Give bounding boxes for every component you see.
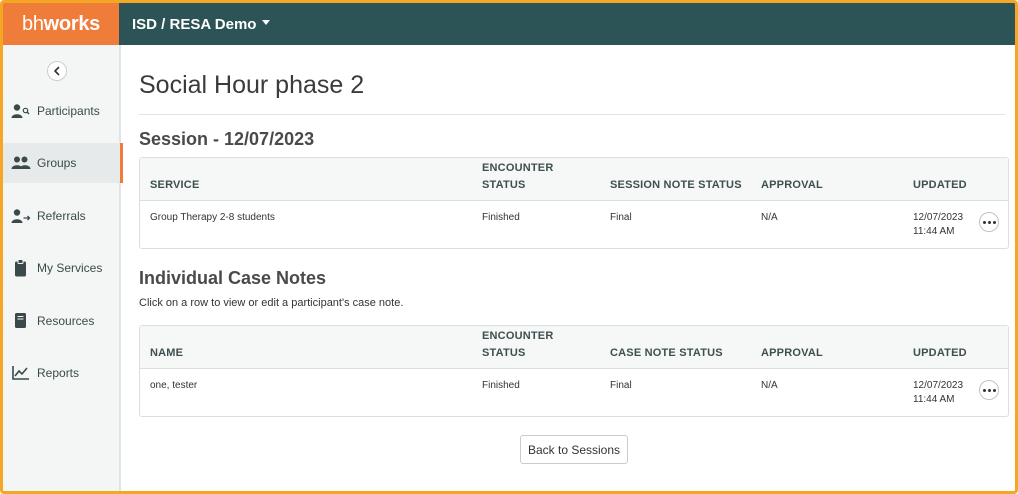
sidebar: Participants Groups Referrals My Service… [3,45,123,491]
more-options-button[interactable] [979,380,999,400]
line-chart-icon [11,364,33,382]
sidebar-item-label: Referrals [37,209,86,223]
more-options-button[interactable] [979,212,999,232]
top-bar: ISD / RESA Demo [119,3,1015,45]
app-window: bh works ISD / RESA Demo Participants Gro… [0,0,1018,494]
caret-down-icon [262,19,271,25]
org-selector-dropdown[interactable]: ISD / RESA Demo [132,15,271,33]
column-header-case-note-status: CASE NOTE STATUS [610,347,723,359]
encounter-status-cell: Finished [482,380,520,391]
column-header-session-note-status: SESSION NOTE STATUS [610,179,742,191]
sidebar-item-my-services[interactable]: My Services [3,248,121,288]
logo-text-bh: bh [22,12,44,35]
sidebar-item-participants[interactable]: Participants [3,91,121,131]
main-content: Social Hour phase 2 Session - 12/07/2023… [139,45,1009,491]
table-header: SERVICE ENCOUNTER STATUS SESSION NOTE ST… [140,158,1008,201]
column-header-encounter-status: ENCOUNTER STATUS [482,162,554,191]
collapse-sidebar-button[interactable] [47,61,67,81]
column-header-updated: UPDATED [913,179,967,191]
table-header: NAME ENCOUNTER STATUS CASE NOTE STATUS A… [140,326,1008,369]
sidebar-item-groups[interactable]: Groups [3,143,123,183]
encounter-status-cell: Finished [482,212,520,223]
book-icon [11,312,33,330]
people-icon [11,154,33,172]
updated-cell: 12/07/2023 11:44 AM [913,211,963,239]
sidebar-item-label: Groups [37,156,77,170]
case-notes-table: NAME ENCOUNTER STATUS CASE NOTE STATUS A… [139,325,1009,417]
updated-date: 12/07/2023 [913,212,964,223]
name-cell: one, tester [150,380,198,391]
note-status-cell: Final [610,212,632,223]
bhworks-logo[interactable]: bh works [3,3,119,45]
sidebar-item-label: Reports [37,366,80,380]
approval-cell: N/A [761,212,778,223]
sidebar-item-referrals[interactable]: Referrals [3,196,121,236]
column-header-updated: UPDATED [913,347,967,359]
session-title: Session - 12/07/2023 [139,129,315,149]
column-header-service: SERVICE [150,179,200,191]
org-selector-label: ISD / RESA Demo [132,15,257,33]
sidebar-item-label: Participants [37,104,100,118]
service-cell: Group Therapy 2-8 students [150,212,275,223]
logo-text-works: works [43,12,101,35]
case-notes-title: Individual Case Notes [139,268,327,288]
title-divider [139,114,1005,115]
page-title: Social Hour phase 2 [139,71,365,99]
back-to-sessions-button[interactable]: Back to Sessions [520,435,628,464]
session-table: SERVICE ENCOUNTER STATUS SESSION NOTE ST… [139,157,1009,249]
ellipsis-icon [982,220,986,224]
updated-time: 11:44 AM [913,226,955,237]
case-notes-hint: Click on a row to view or edit a partici… [139,297,404,309]
column-header-approval: APPROVAL [761,347,823,359]
person-search-icon [11,102,33,120]
table-row[interactable]: one, tester Finished Final N/A 12/07/202… [140,369,1008,416]
table-row[interactable]: Group Therapy 2-8 students Finished Fina… [140,201,1008,248]
person-arrow-icon [11,207,33,225]
sidebar-item-label: My Services [37,261,103,275]
clipboard-icon [11,259,33,277]
column-header-encounter-status: ENCOUNTER STATUS [482,330,554,359]
column-header-name: NAME [150,347,184,359]
updated-date: 12/07/2023 [913,380,964,391]
ellipsis-icon [982,388,986,392]
sidebar-item-resources[interactable]: Resources [3,301,121,341]
sidebar-item-label: Resources [37,314,95,328]
approval-cell: N/A [761,380,778,391]
updated-time: 11:44 AM [913,394,955,405]
sidebar-item-reports[interactable]: Reports [3,353,121,393]
updated-cell: 12/07/2023 11:44 AM [913,379,963,407]
chevron-left-icon [54,66,60,76]
column-header-approval: APPROVAL [761,179,823,191]
note-status-cell: Final [610,380,632,391]
